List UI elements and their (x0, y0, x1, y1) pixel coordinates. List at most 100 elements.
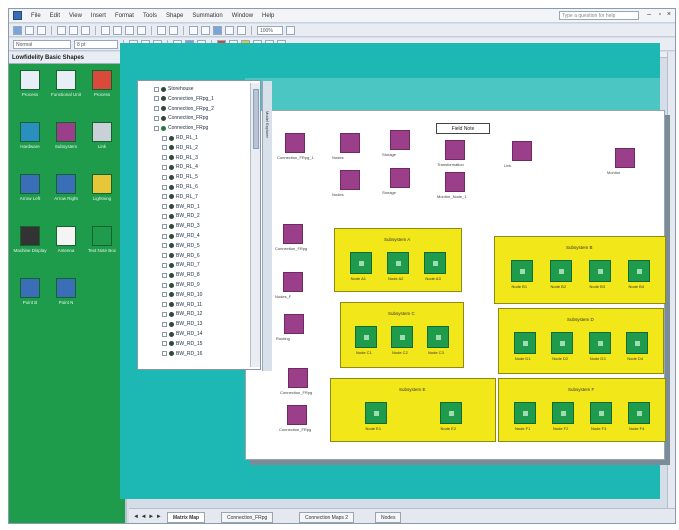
expand-icon[interactable] (162, 174, 167, 180)
pointer-tool-icon[interactable] (189, 25, 198, 35)
open-icon[interactable] (25, 25, 34, 35)
app-icon[interactable] (13, 11, 22, 20)
tree-item[interactable]: BW_RD_12 (162, 310, 202, 318)
diagram-node[interactable] (445, 140, 465, 160)
tree-item[interactable]: RD_RL_4 (162, 163, 198, 171)
tree-scrollbar[interactable] (250, 83, 260, 367)
copy-icon[interactable] (113, 25, 122, 35)
tree-item[interactable]: BW_RD_3 (162, 222, 200, 230)
stencil-shape[interactable]: Arrow Left (13, 174, 47, 220)
expand-icon[interactable] (162, 272, 167, 278)
cut-icon[interactable] (101, 25, 110, 35)
format-painter-icon[interactable] (137, 25, 146, 35)
subsystem-node[interactable] (514, 402, 536, 424)
tree-item[interactable]: BW_RD_14 (162, 330, 202, 338)
expand-icon[interactable] (162, 135, 167, 141)
tree-item[interactable]: Connection_FRpg (154, 114, 208, 122)
shape-tool-icon[interactable] (237, 25, 246, 35)
diagram-node[interactable] (287, 405, 307, 425)
subsystem-node[interactable] (427, 326, 449, 348)
expand-icon[interactable] (162, 213, 167, 219)
expand-icon[interactable] (162, 223, 167, 229)
menu-help[interactable]: Help (262, 13, 274, 19)
tree-item[interactable]: RD_RL_7 (162, 193, 198, 201)
connector-tool-icon[interactable] (201, 25, 210, 35)
subsystem-node[interactable] (364, 402, 387, 424)
expand-icon[interactable] (162, 184, 167, 190)
diagram-node[interactable] (615, 148, 635, 168)
subsystem-node[interactable] (628, 402, 650, 424)
subsystem-node[interactable] (590, 402, 612, 424)
expand-icon[interactable] (154, 125, 159, 131)
stencil-shape[interactable]: Process (13, 70, 47, 116)
tree-item[interactable]: BW_RD_13 (162, 320, 202, 328)
subsystem-node[interactable] (439, 402, 462, 424)
stencil-shape[interactable]: Hardware (13, 122, 47, 168)
expand-icon[interactable] (162, 155, 167, 161)
diagram-node[interactable] (390, 130, 410, 150)
stencil-shape[interactable]: Text Note Box (85, 226, 119, 272)
tree-item[interactable]: RD_RL_6 (162, 183, 198, 191)
tree-item[interactable]: BW_RD_4 (162, 232, 200, 240)
diagram-node[interactable] (288, 368, 308, 388)
text-tool-icon[interactable] (213, 25, 222, 35)
tree-item[interactable]: BW_RD_16 (162, 350, 202, 358)
menu-shape[interactable]: Shape (166, 13, 183, 19)
legend-note[interactable]: Field Note (436, 123, 490, 134)
tree-item[interactable]: BW_RD_15 (162, 340, 202, 348)
menu-tools[interactable]: Tools (143, 13, 157, 19)
restore-icon[interactable]: ▫ (659, 11, 661, 18)
diagram-node[interactable] (284, 314, 304, 334)
redo-icon[interactable] (169, 25, 178, 35)
help-icon[interactable] (286, 25, 295, 35)
expand-icon[interactable] (162, 204, 167, 210)
subsystem-node[interactable] (626, 332, 649, 354)
subsystem-node[interactable] (551, 332, 574, 354)
subsystem-node[interactable] (510, 260, 533, 282)
print-preview-icon[interactable] (69, 25, 78, 35)
tab-navigation-arrows[interactable]: ◄ ◄ ► ► (133, 514, 162, 520)
page-tab[interactable]: Connection_FRpg (221, 512, 274, 523)
subsystem-node[interactable] (588, 260, 611, 282)
expand-icon[interactable] (162, 282, 167, 288)
tree-item[interactable]: Connection_FRpg_1 (154, 95, 214, 103)
stencil-shape[interactable]: Point B (13, 278, 47, 324)
expand-icon[interactable] (162, 253, 167, 259)
tree-item[interactable]: BW_RD_9 (162, 281, 200, 289)
tree-item[interactable]: BW_RD_8 (162, 271, 200, 279)
diagram-node[interactable] (340, 170, 360, 190)
stencil-shape[interactable]: Arrow Right (49, 174, 83, 220)
stencil-shape[interactable]: Point N (49, 278, 83, 324)
tree-item[interactable]: Connection_FRpg_2 (154, 105, 214, 113)
menu-edit[interactable]: Edit (50, 13, 60, 19)
expand-icon[interactable] (162, 311, 167, 317)
expand-icon[interactable] (154, 106, 159, 112)
diagram-node[interactable] (283, 272, 303, 292)
expand-icon[interactable] (162, 164, 167, 170)
expand-icon[interactable] (154, 96, 159, 102)
expand-icon[interactable] (162, 302, 167, 308)
spelling-icon[interactable] (81, 25, 90, 35)
menu-view[interactable]: View (69, 13, 82, 19)
subsystem-node[interactable] (549, 260, 572, 282)
subsystem-node[interactable] (588, 332, 611, 354)
tree-item[interactable]: BW_RD_1 (162, 203, 200, 211)
menu-insert[interactable]: Insert (91, 13, 106, 19)
tree-item[interactable]: RD_RL_5 (162, 173, 198, 181)
print-icon[interactable] (57, 25, 66, 35)
diagram-node[interactable] (445, 172, 465, 192)
close-icon[interactable]: × (667, 11, 671, 18)
font-size-select[interactable]: 8 pt (74, 39, 118, 49)
tree-item[interactable]: Connection_FRpg (154, 124, 208, 132)
stencil-shape[interactable]: Machine Display (13, 226, 47, 272)
stencil-shape[interactable]: Lightning (85, 174, 119, 220)
menu-window[interactable]: Window (232, 13, 253, 19)
page-tab[interactable]: Connection Maps 2 (299, 512, 355, 523)
tree-item[interactable]: RD_RL_3 (162, 154, 198, 162)
menu-file[interactable]: File (31, 13, 41, 19)
tree-item[interactable]: BW_RD_6 (162, 252, 200, 260)
expand-icon[interactable] (162, 233, 167, 239)
save-icon[interactable] (37, 25, 46, 35)
menu-format[interactable]: Format (115, 13, 134, 19)
tree-item[interactable]: Storehouse (154, 85, 194, 93)
